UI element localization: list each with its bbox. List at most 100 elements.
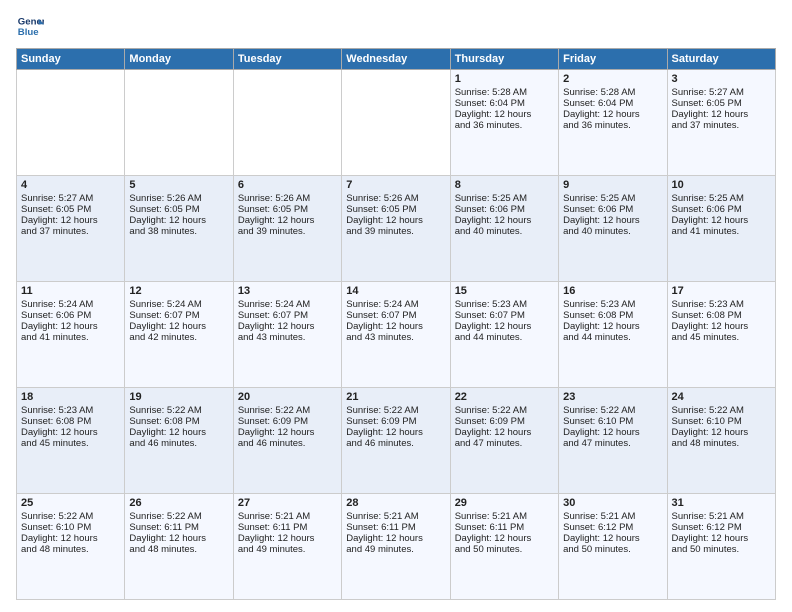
day-info-line: Sunrise: 5:22 AM: [563, 405, 662, 416]
calendar-cell-17: 17Sunrise: 5:23 AMSunset: 6:08 PMDayligh…: [667, 282, 775, 388]
calendar-header-thursday: Thursday: [450, 49, 558, 70]
day-info-line: Sunrise: 5:22 AM: [129, 405, 228, 416]
day-info-line: Sunrise: 5:27 AM: [21, 193, 120, 204]
day-info-line: and 37 minutes.: [21, 226, 120, 237]
day-info-line: Sunset: 6:12 PM: [672, 522, 771, 533]
calendar-cell-8: 8Sunrise: 5:25 AMSunset: 6:06 PMDaylight…: [450, 176, 558, 282]
day-info-line: Sunrise: 5:22 AM: [346, 405, 445, 416]
day-number: 11: [21, 285, 120, 297]
day-info-line: Sunrise: 5:21 AM: [672, 511, 771, 522]
day-info-line: Sunrise: 5:22 AM: [21, 511, 120, 522]
day-number: 29: [455, 497, 554, 509]
day-info-line: Daylight: 12 hours: [21, 533, 120, 544]
day-info-line: Sunrise: 5:25 AM: [672, 193, 771, 204]
calendar-cell-19: 19Sunrise: 5:22 AMSunset: 6:08 PMDayligh…: [125, 388, 233, 494]
day-number: 12: [129, 285, 228, 297]
calendar-week-1: 1Sunrise: 5:28 AMSunset: 6:04 PMDaylight…: [17, 70, 776, 176]
day-info-line: Daylight: 12 hours: [238, 215, 337, 226]
day-number: 22: [455, 391, 554, 403]
day-info-line: and 40 minutes.: [455, 226, 554, 237]
day-info-line: Sunrise: 5:26 AM: [129, 193, 228, 204]
header: General Blue: [16, 12, 776, 40]
day-info-line: and 42 minutes.: [129, 332, 228, 343]
day-info-line: Sunrise: 5:22 AM: [672, 405, 771, 416]
day-info-line: Sunset: 6:04 PM: [563, 98, 662, 109]
day-info-line: Daylight: 12 hours: [21, 321, 120, 332]
day-info-line: Sunrise: 5:25 AM: [455, 193, 554, 204]
day-info-line: and 41 minutes.: [21, 332, 120, 343]
day-number: 28: [346, 497, 445, 509]
day-number: 26: [129, 497, 228, 509]
day-info-line: Daylight: 12 hours: [455, 533, 554, 544]
day-number: 7: [346, 179, 445, 191]
day-number: 2: [563, 73, 662, 85]
day-number: 15: [455, 285, 554, 297]
day-info-line: Daylight: 12 hours: [455, 215, 554, 226]
calendar-cell-11: 11Sunrise: 5:24 AMSunset: 6:06 PMDayligh…: [17, 282, 125, 388]
calendar-cell-22: 22Sunrise: 5:22 AMSunset: 6:09 PMDayligh…: [450, 388, 558, 494]
day-info-line: Daylight: 12 hours: [455, 427, 554, 438]
day-info-line: Daylight: 12 hours: [129, 215, 228, 226]
day-info-line: and 48 minutes.: [672, 438, 771, 449]
calendar-header-sunday: Sunday: [17, 49, 125, 70]
day-info-line: Sunset: 6:11 PM: [455, 522, 554, 533]
day-info-line: and 37 minutes.: [672, 120, 771, 131]
day-info-line: Sunset: 6:09 PM: [455, 416, 554, 427]
calendar-cell-4: 4Sunrise: 5:27 AMSunset: 6:05 PMDaylight…: [17, 176, 125, 282]
day-info-line: Sunrise: 5:21 AM: [455, 511, 554, 522]
day-info-line: Sunrise: 5:21 AM: [563, 511, 662, 522]
day-number: 30: [563, 497, 662, 509]
day-number: 21: [346, 391, 445, 403]
day-info-line: Sunset: 6:06 PM: [21, 310, 120, 321]
day-info-line: Daylight: 12 hours: [346, 427, 445, 438]
day-info-line: and 50 minutes.: [563, 544, 662, 555]
day-info-line: and 44 minutes.: [455, 332, 554, 343]
day-info-line: Sunset: 6:09 PM: [238, 416, 337, 427]
calendar-cell-empty: [125, 70, 233, 176]
day-info-line: Daylight: 12 hours: [21, 427, 120, 438]
day-info-line: Sunset: 6:06 PM: [563, 204, 662, 215]
page: General Blue SundayMondayTuesdayWednesda…: [0, 0, 792, 612]
day-number: 24: [672, 391, 771, 403]
day-info-line: Sunrise: 5:21 AM: [238, 511, 337, 522]
day-info-line: and 39 minutes.: [238, 226, 337, 237]
day-number: 31: [672, 497, 771, 509]
day-number: 6: [238, 179, 337, 191]
day-info-line: Daylight: 12 hours: [672, 427, 771, 438]
day-info-line: Sunset: 6:05 PM: [672, 98, 771, 109]
logo: General Blue: [16, 12, 44, 40]
calendar-cell-5: 5Sunrise: 5:26 AMSunset: 6:05 PMDaylight…: [125, 176, 233, 282]
day-info-line: Sunrise: 5:24 AM: [346, 299, 445, 310]
day-info-line: Sunset: 6:10 PM: [563, 416, 662, 427]
day-number: 4: [21, 179, 120, 191]
day-info-line: Daylight: 12 hours: [129, 427, 228, 438]
day-info-line: Sunset: 6:08 PM: [129, 416, 228, 427]
day-info-line: Sunset: 6:07 PM: [455, 310, 554, 321]
day-info-line: Daylight: 12 hours: [346, 533, 445, 544]
calendar-week-4: 18Sunrise: 5:23 AMSunset: 6:08 PMDayligh…: [17, 388, 776, 494]
calendar-cell-12: 12Sunrise: 5:24 AMSunset: 6:07 PMDayligh…: [125, 282, 233, 388]
day-info-line: Sunset: 6:12 PM: [563, 522, 662, 533]
calendar-cell-28: 28 Sunrise: 5:21 AMSunset: 6:11 PMDayligh…: [342, 494, 450, 600]
day-info-line: and 39 minutes.: [346, 226, 445, 237]
day-number: 9: [563, 179, 662, 191]
day-info-line: and 47 minutes.: [563, 438, 662, 449]
day-info-line: and 49 minutes.: [346, 544, 445, 555]
day-info-line: Sunrise: 5:23 AM: [672, 299, 771, 310]
day-info-line: Daylight: 12 hours: [346, 215, 445, 226]
calendar-cell-3: 3Sunrise: 5:27 AMSunset: 6:05 PMDaylight…: [667, 70, 775, 176]
calendar-cell-23: 23Sunrise: 5:22 AMSunset: 6:10 PMDayligh…: [559, 388, 667, 494]
day-info-line: Sunrise: 5:23 AM: [563, 299, 662, 310]
calendar-cell-20: 20Sunrise: 5:22 AMSunset: 6:09 PMDayligh…: [233, 388, 341, 494]
day-info-line: Sunset: 6:11 PM: [238, 522, 337, 533]
day-info-line: Daylight: 12 hours: [563, 109, 662, 120]
day-info-line: Daylight: 12 hours: [563, 215, 662, 226]
day-number: 8: [455, 179, 554, 191]
calendar-cell-empty: [17, 70, 125, 176]
calendar-cell-21: 21Sunrise: 5:22 AMSunset: 6:09 PMDayligh…: [342, 388, 450, 494]
day-info-line: Sunrise: 5:21 AM: [346, 511, 445, 522]
day-info-line: Daylight: 12 hours: [455, 321, 554, 332]
day-info-line: Sunset: 6:11 PM: [346, 522, 445, 533]
day-info-line: and 36 minutes.: [563, 120, 662, 131]
day-info-line: and 43 minutes.: [346, 332, 445, 343]
